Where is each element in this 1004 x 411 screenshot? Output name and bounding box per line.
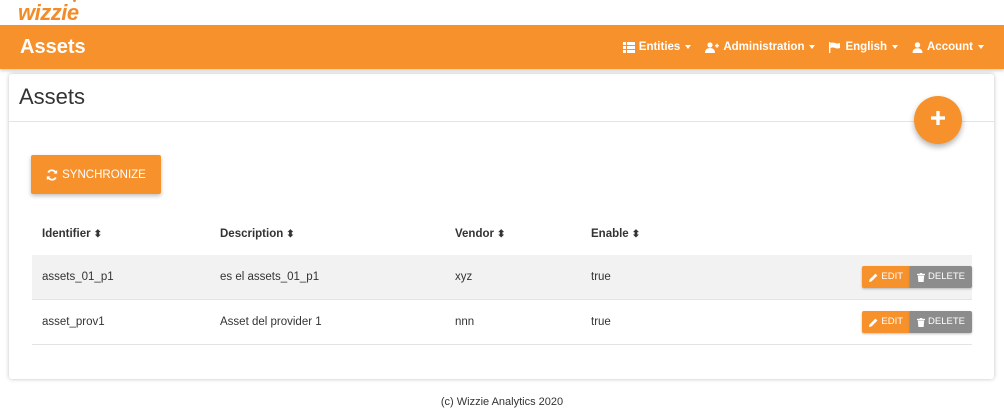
row-actions: EDIT DELETE (862, 266, 972, 288)
table-header: Identifier ⬍ Description ⬍ Vendor ⬍ Enable ⬍ (32, 214, 972, 255)
cell-vendor: nnn (455, 316, 475, 328)
column-identifier[interactable]: Identifier ⬍ (42, 214, 102, 255)
card-title: Assets (19, 84, 86, 109)
sort-icon: ⬍ (93, 229, 102, 240)
trash-icon (917, 317, 926, 327)
sort-icon: ⬍ (496, 229, 506, 240)
column-description[interactable]: Description ⬍ (220, 214, 295, 255)
plus-icon (930, 110, 946, 131)
nav-administration-dropdown[interactable]: Administration (705, 41, 816, 53)
column-enable[interactable]: Enable ⬍ (591, 214, 640, 255)
synchronize-button[interactable]: SYNCHRONIZE (31, 155, 161, 194)
delete-button[interactable]: DELETE (910, 311, 972, 333)
nav-menu: Entities Administration English Account (609, 25, 984, 69)
assets-card: Assets SYNCHRONIZE Identifier ⬍ Descripti… (9, 74, 994, 379)
cell-vendor: xyz (455, 271, 473, 283)
table-row: asset_prov1 Asset del provider 1 nnn tru… (32, 300, 972, 345)
pencil-icon (869, 273, 878, 282)
pencil-icon (869, 318, 878, 327)
nav-language-label: English (845, 41, 887, 53)
nav-account-label: Account (927, 41, 973, 53)
footer-copyright: (c) Wizzie Analytics 2020 (440, 396, 564, 408)
user-icon (912, 41, 923, 53)
chevron-down-icon (892, 45, 898, 49)
refresh-icon (46, 168, 58, 181)
chevron-down-icon (978, 45, 984, 49)
user-plus-icon (705, 41, 720, 53)
nav-administration-label: Administration (723, 41, 805, 53)
row-actions: EDIT DELETE (862, 311, 972, 333)
trash-icon (917, 272, 926, 282)
cell-description: es el assets_01_p1 (220, 271, 320, 283)
synchronize-label: SYNCHRONIZE (62, 168, 146, 181)
edit-button[interactable]: EDIT (862, 266, 911, 288)
assets-table: Identifier ⬍ Description ⬍ Vendor ⬍ Enable ⬍… (32, 214, 972, 345)
delete-button[interactable]: DELETE (910, 266, 972, 288)
column-vendor[interactable]: Vendor ⬍ (455, 214, 505, 255)
sort-icon: ⬍ (286, 229, 295, 240)
add-asset-button[interactable] (914, 96, 962, 144)
chevron-down-icon (809, 45, 816, 49)
nav-account-dropdown[interactable]: Account (912, 41, 984, 53)
cell-identifier: assets_01_p1 (42, 271, 114, 283)
nav-language-dropdown[interactable]: English (829, 41, 898, 53)
nav-entities-dropdown[interactable]: Entities (622, 41, 692, 53)
cell-enable: true (591, 316, 611, 328)
nav-entities-label: Entities (638, 41, 681, 53)
wizzie-logo: wizzie (18, 0, 79, 25)
sort-icon: ⬍ (631, 229, 641, 240)
cell-identifier: asset_prov1 (42, 316, 105, 328)
page-brand-title: Assets (20, 36, 86, 58)
card-divider (9, 121, 994, 122)
cell-enable: true (591, 271, 611, 283)
edit-button[interactable]: EDIT (862, 311, 911, 333)
flag-icon (829, 41, 841, 53)
cell-description: Asset del provider 1 (220, 316, 322, 328)
list-icon (622, 41, 635, 53)
chevron-down-icon (685, 45, 692, 49)
top-navbar: Assets Entities Administration English A… (0, 25, 1004, 69)
table-row: assets_01_p1 es el assets_01_p1 xyz true… (32, 255, 972, 300)
